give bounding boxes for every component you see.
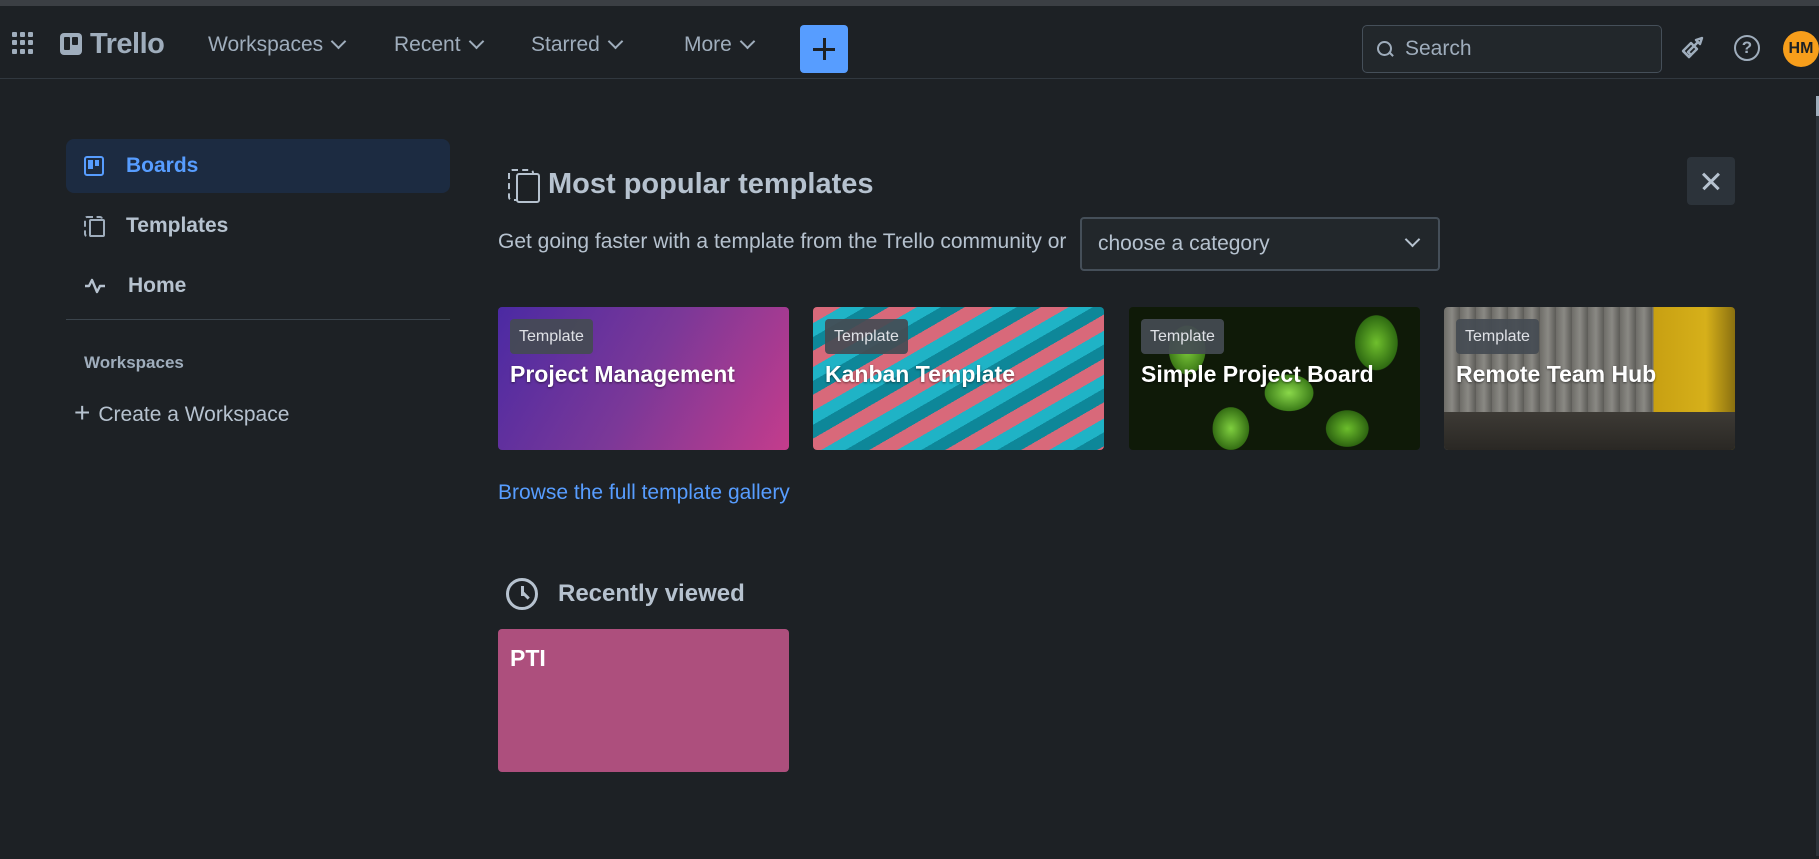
template-badge: Template <box>510 319 593 354</box>
templates-heading: Most popular templates <box>508 168 874 203</box>
page-title: Most popular templates <box>548 168 874 200</box>
template-badge: Template <box>1141 319 1224 354</box>
plus-icon: + <box>74 397 91 428</box>
browse-template-gallery-link[interactable]: Browse the full template gallery <box>498 481 790 505</box>
category-select-value: choose a category <box>1098 232 1270 255</box>
template-card-kanban[interactable]: Template Kanban Template <box>813 307 1104 450</box>
avatar[interactable]: HM <box>1783 31 1819 67</box>
category-select[interactable]: choose a category <box>1080 217 1440 271</box>
template-badge: Template <box>1456 319 1539 354</box>
template-icon <box>508 168 540 203</box>
recently-viewed-heading: Recently viewed <box>506 578 745 610</box>
create-workspace-label: Create a Workspace <box>98 403 290 426</box>
template-badge: Template <box>825 319 908 354</box>
chevron-down-icon <box>1404 231 1421 248</box>
template-card-remote-team-hub[interactable]: Template Remote Team Hub <box>1444 307 1735 450</box>
nav-workspaces-button[interactable]: Workspaces <box>208 28 347 62</box>
board-icon <box>84 156 104 176</box>
board-tile-pti[interactable]: PTI <box>498 629 789 772</box>
card-image-ground <box>1444 412 1735 450</box>
create-workspace-button[interactable]: + Create a Workspace <box>74 399 290 427</box>
sidebar-item-boards[interactable]: Boards <box>66 139 450 193</box>
template-icon <box>84 216 105 237</box>
nav-label: Recent <box>394 33 461 56</box>
nav-recent-button[interactable]: Recent <box>394 28 484 62</box>
logo-text: Trello <box>90 27 165 60</box>
template-card-title: Kanban Template <box>825 361 1015 387</box>
recently-viewed-title: Recently viewed <box>558 580 745 607</box>
close-templates-button[interactable] <box>1687 157 1735 205</box>
nav-label: Workspaces <box>208 33 324 56</box>
sidebar-divider <box>66 319 450 320</box>
app-switcher-icon[interactable] <box>12 32 34 54</box>
main-content: Most popular templates Get going faster … <box>498 0 1748 859</box>
sidebar-item-label: Home <box>128 274 187 297</box>
templates-subtitle: Get going faster with a template from th… <box>498 230 1067 253</box>
sidebar-item-label: Boards <box>126 154 199 177</box>
trello-logo[interactable]: Trello <box>60 27 165 60</box>
template-card-project-management[interactable]: Template Project Management <box>498 307 789 450</box>
sidebar-item-label: Templates <box>126 214 229 237</box>
template-card-simple-project-board[interactable]: Template Simple Project Board <box>1129 307 1420 450</box>
chevron-down-icon <box>468 33 484 50</box>
template-card-title: Remote Team Hub <box>1456 361 1657 387</box>
template-card-title: Project Management <box>510 361 735 387</box>
sidebar-item-templates[interactable]: Templates <box>66 199 450 253</box>
trello-logo-icon <box>60 33 82 55</box>
clock-icon <box>506 578 538 610</box>
template-cards: Template Project Management Template Kan… <box>498 307 1736 450</box>
chevron-down-icon <box>330 33 347 50</box>
board-tile-title: PTI <box>510 645 546 671</box>
activity-icon <box>85 278 105 294</box>
workspaces-heading: Workspaces <box>84 353 184 372</box>
template-card-title: Simple Project Board <box>1141 361 1374 387</box>
sidebar-item-home[interactable]: Home <box>66 259 450 313</box>
